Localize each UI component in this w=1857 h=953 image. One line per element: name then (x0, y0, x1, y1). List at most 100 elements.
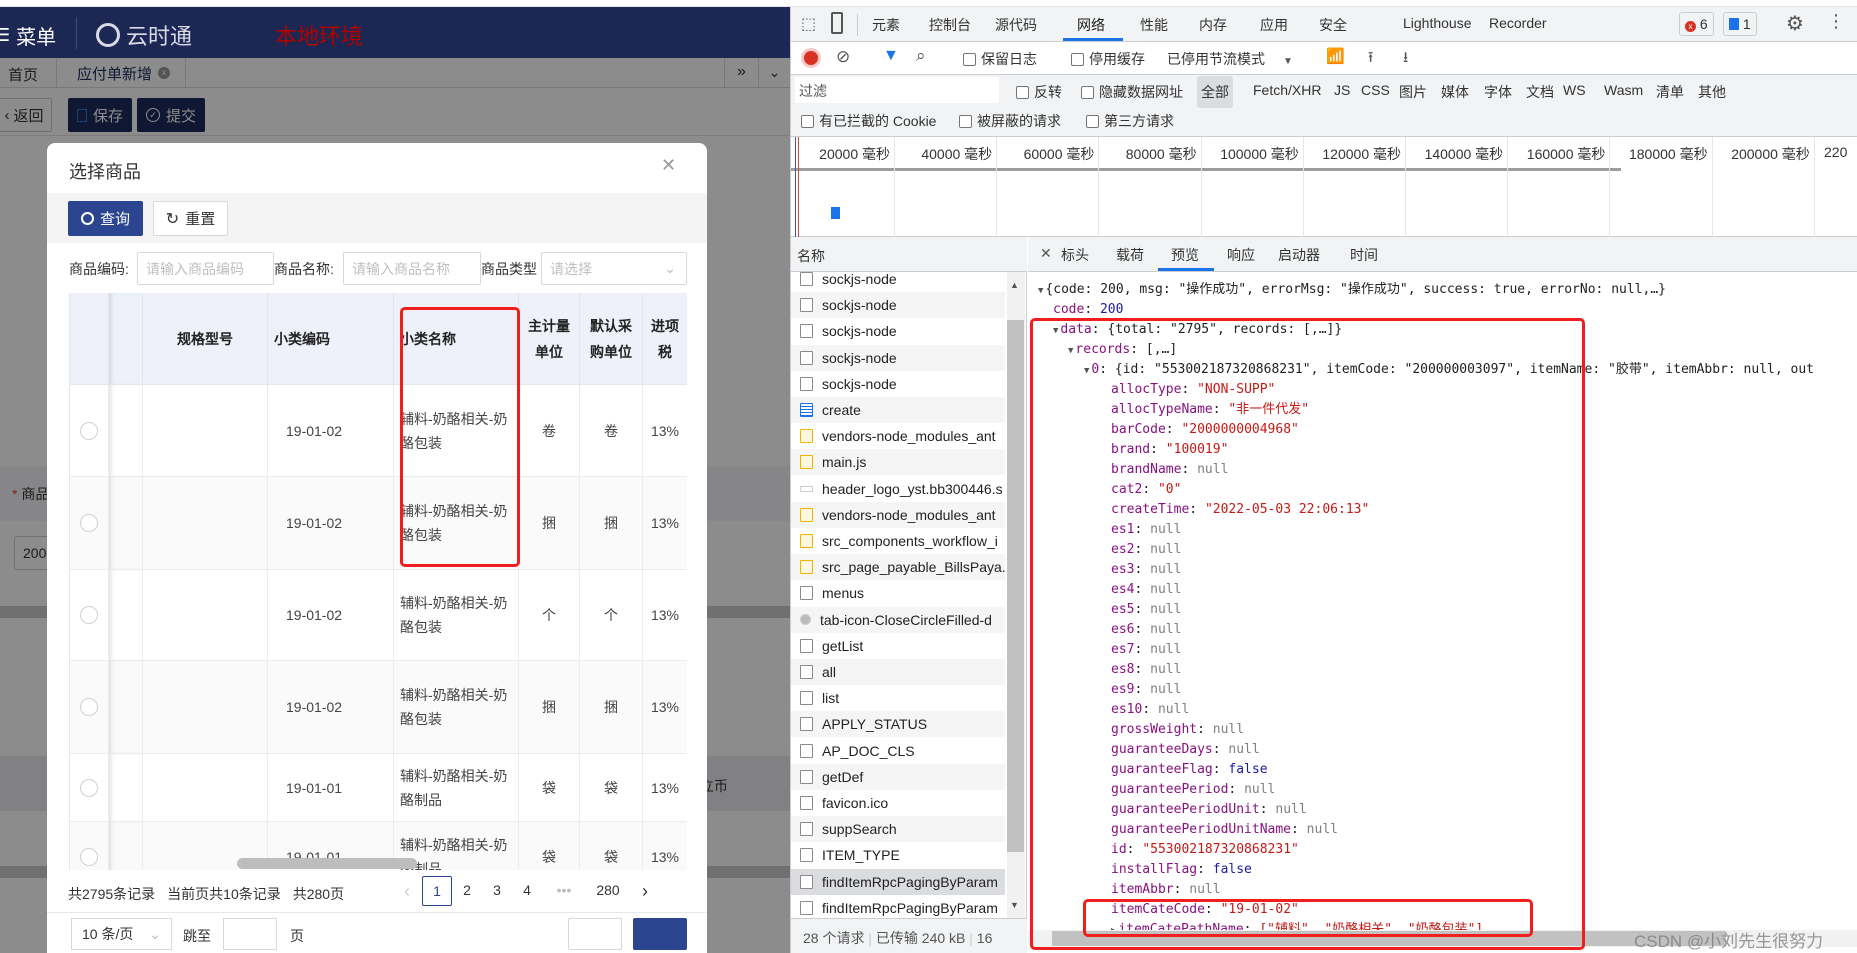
row-select-cell[interactable] (70, 385, 109, 477)
request-row[interactable]: header_logo_yst.bb300446.s (791, 475, 1005, 502)
col-purchase-unit[interactable]: 默认采购单位 (580, 293, 643, 385)
disable-cache-checkbox[interactable]: 停用缓存 (1071, 49, 1145, 69)
type-filter-JS[interactable]: JS (1334, 82, 1350, 98)
next-page-icon[interactable]: › (630, 881, 660, 902)
search-icon[interactable]: ⌕ (916, 46, 926, 66)
devtools-tab-Recorder[interactable]: Recorder (1489, 15, 1547, 31)
devtools-tab-网络[interactable]: 网络 (1077, 15, 1105, 35)
page-1[interactable]: 1 (422, 876, 452, 906)
request-row[interactable]: src_page_payable_BillsPaya. (791, 554, 1005, 581)
request-row[interactable]: sockjs-node (791, 344, 1005, 371)
type-filter-图片[interactable]: 图片 (1399, 82, 1427, 102)
request-row[interactable]: findItemRpcPagingByParam (791, 894, 1005, 918)
upload-icon[interactable]: ⭱ (1368, 47, 1373, 72)
download-icon[interactable]: ⭳ (1403, 47, 1408, 72)
type-filter-Fetch/XHR[interactable]: Fetch/XHR (1253, 82, 1321, 98)
request-row[interactable]: main.js (791, 449, 1005, 476)
row-radio[interactable] (80, 847, 98, 866)
col-spec[interactable]: 规格型号 (143, 293, 268, 385)
type-filter-媒体[interactable]: 媒体 (1441, 82, 1469, 102)
request-row[interactable]: ITEM_TYPE (791, 842, 1005, 869)
pagination-ellipsis[interactable]: ••• (542, 876, 586, 906)
page-size-select[interactable]: 10 条/页 ⌄ (71, 918, 172, 950)
scrollbar-thumb[interactable] (1007, 320, 1024, 852)
col-tax[interactable]: 进项税 (643, 293, 687, 385)
table-row[interactable]: 19-01-02 辅料-奶酪相关-奶酪包装卷卷 13% (70, 385, 687, 477)
request-row[interactable]: getList (791, 632, 1005, 659)
cancel-button[interactable] (568, 918, 622, 950)
detail-tab-标头[interactable]: 标头 (1061, 245, 1089, 265)
filter-icon[interactable]: ▼ (883, 47, 899, 65)
row-select-cell[interactable] (70, 754, 109, 822)
row-radio[interactable] (80, 514, 98, 532)
device-toggle-icon[interactable] (831, 12, 843, 34)
col-main-unit[interactable]: 主计量单位 (519, 293, 580, 385)
fixed-col-header[interactable] (109, 293, 143, 385)
menu-button[interactable]: ☰ 菜单 (0, 21, 56, 50)
errors-badge[interactable]: x 6 (1679, 12, 1714, 36)
row-radio[interactable] (80, 421, 98, 440)
detail-tab-时间[interactable]: 时间 (1350, 245, 1378, 265)
type-filter-Wasm[interactable]: Wasm (1604, 82, 1643, 98)
request-row[interactable]: findItemRpcPagingByParam (791, 868, 1005, 895)
request-row[interactable]: AP_DOC_CLS (791, 737, 1005, 764)
type-filter-文档[interactable]: 文档 (1526, 82, 1554, 102)
detail-tab-启动器[interactable]: 启动器 (1278, 245, 1320, 265)
prev-page-icon[interactable]: ‹ (392, 881, 422, 902)
row-select-cell[interactable] (70, 570, 109, 661)
close-icon[interactable]: ✕ (661, 155, 676, 176)
request-row[interactable]: APPLY_STATUS (791, 711, 1005, 738)
blocked-requests-checkbox[interactable]: 被屏蔽的请求 (959, 111, 1061, 131)
request-row[interactable]: vendors-node_modules_ant (791, 501, 1005, 528)
expand-triangle-down-icon[interactable]: ▼ (1038, 286, 1043, 296)
table-row[interactable]: 19-01-01 辅料-奶酪相关-奶酪制品袋袋 13% (70, 754, 687, 822)
row-radio[interactable] (80, 778, 98, 797)
request-list-scrollbar[interactable]: ▲ ▼ (1007, 272, 1025, 918)
devtools-tab-元素[interactable]: 元素 (872, 15, 900, 35)
type-filter-WS[interactable]: WS (1563, 82, 1586, 98)
type-filter-字体[interactable]: 字体 (1484, 82, 1512, 102)
blocked-cookies-checkbox[interactable]: 有已拦截的 Cookie (801, 111, 936, 131)
request-row[interactable]: sockjs-node (791, 292, 1005, 319)
type-filter-全部[interactable]: 全部 (1197, 76, 1233, 108)
scroll-up-icon[interactable]: ▲ (1010, 280, 1019, 290)
type-filter-其他[interactable]: 其他 (1698, 82, 1726, 102)
request-row[interactable]: tab-icon-CloseCircleFilled-d (791, 606, 1005, 633)
devtools-tab-安全[interactable]: 安全 (1319, 15, 1347, 35)
inspect-element-icon[interactable]: ⬚ (801, 14, 816, 34)
detail-tab-响应[interactable]: 响应 (1227, 245, 1255, 265)
detail-tab-预览[interactable]: 预览 (1171, 245, 1199, 265)
row-select-cell[interactable] (70, 477, 109, 570)
detail-tab-载荷[interactable]: 载荷 (1116, 245, 1144, 265)
filter-input[interactable]: 过滤 (795, 77, 999, 103)
jump-page-input[interactable] (223, 918, 277, 950)
request-row[interactable]: getDef (791, 763, 1005, 790)
table-row[interactable]: 19-01-02 辅料-奶酪相关-奶酪包装捆捆 13% (70, 661, 687, 754)
record-icon[interactable] (804, 51, 818, 65)
devtools-tab-Lighthouse[interactable]: Lighthouse (1403, 15, 1472, 31)
throttling-select[interactable]: 已停用节流模式 ▼ (1167, 49, 1293, 69)
request-row[interactable]: create (791, 397, 1005, 423)
invert-checkbox[interactable]: 反转 (1016, 82, 1062, 102)
name-column-header[interactable]: 名称 (791, 237, 1027, 272)
request-row[interactable]: src_components_workflow_i (791, 528, 1005, 554)
request-row[interactable]: sockjs-node (791, 272, 1005, 292)
more-options-icon[interactable]: ⋮ (1827, 11, 1845, 32)
request-row[interactable]: all (791, 659, 1005, 685)
preview-line[interactable]: ▼ {code: 200, msg: "操作成功", errorMsg: "操作成… (1038, 280, 1666, 300)
request-row[interactable]: list (791, 685, 1005, 712)
query-button[interactable]: 查询 (68, 201, 143, 236)
select-col-header[interactable] (70, 293, 109, 385)
page-4[interactable]: 4 (512, 876, 542, 906)
devtools-tab-内存[interactable]: 内存 (1199, 15, 1227, 35)
row-select-cell[interactable] (70, 661, 109, 754)
table-row[interactable]: 19-01-02 辅料-奶酪相关-奶酪包装个个 13% (70, 570, 687, 661)
preserve-log-checkbox[interactable]: 保留日志 (963, 49, 1037, 69)
devtools-tab-应用[interactable]: 应用 (1260, 15, 1288, 35)
reset-button[interactable]: ↻ 重置 (153, 201, 228, 236)
table-row[interactable]: 19-01-02 辅料-奶酪相关-奶酪包装捆捆 13% (70, 477, 687, 570)
page-280[interactable]: 280 (586, 876, 630, 906)
devtools-tab-控制台[interactable]: 控制台 (929, 15, 971, 35)
settings-gear-icon[interactable]: ⚙ (1786, 11, 1804, 36)
table-horizontal-scrollbar[interactable] (237, 858, 417, 869)
